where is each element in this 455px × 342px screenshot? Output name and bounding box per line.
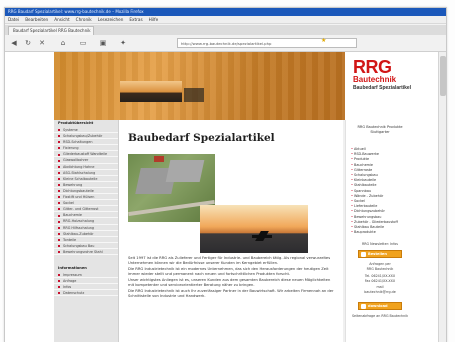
browser-window: RRG Baudarf Spezialartikel: www.rrg-baut… <box>4 7 447 342</box>
menu-lesezeichen[interactable]: Lesezeichen <box>98 16 124 23</box>
scrollbar-thumb[interactable] <box>440 56 446 96</box>
home-icon[interactable]: ⌂ <box>57 37 69 49</box>
bookmark-icon[interactable]: ▣ <box>97 37 109 49</box>
tab-label: Baudarf Spezialartikel RRG Bautechnik <box>13 28 91 33</box>
logo-line2: Baubedarf Spezialartikel <box>353 85 412 91</box>
sidebar-nav: Produktübersicht Systeme Schalungsbau/Zu… <box>54 120 119 342</box>
website: RRG Bautechnik Baubedarf Spezialartikel … <box>54 52 414 342</box>
address-bar[interactable]: http://www.rrg-bautechnik.de/spezialarti… <box>177 38 357 48</box>
paragraph: Die RRG Industrietechnik ist auch Ihr zu… <box>128 289 334 298</box>
newsletter-text: RRG Newsletter: Infos <box>361 242 399 246</box>
reload-icon[interactable]: ↻ <box>22 37 34 49</box>
sidebar-item-datenschutz[interactable]: Datenschutz <box>54 290 118 297</box>
back-icon[interactable]: ◀ <box>8 37 20 49</box>
stop-icon[interactable]: ✕ <box>36 37 48 49</box>
site-logo[interactable]: RRG Bautechnik Baubedarf Spezialartikel <box>345 52 414 120</box>
download-button[interactable]: download <box>358 302 402 310</box>
logo-line1: Bautechnik <box>353 75 397 84</box>
tab-active[interactable]: Baudarf Spezialartikel RRG Bautechnik <box>8 26 94 35</box>
menu-datei[interactable]: Datei <box>8 16 19 23</box>
contact-fax: Fax 06241/XX-XXX <box>364 278 396 283</box>
menu-hilfe[interactable]: Hilfe <box>149 16 159 23</box>
menu-bearbeiten[interactable]: Bearbeiten <box>25 16 48 23</box>
window-title: RRG Baudarf Spezialartikel: www.rrg-baut… <box>8 9 144 14</box>
menu-bar: Datei Bearbeiten Ansicht Chronik Lesezei… <box>5 16 446 24</box>
sidebar-heading-info: Informationen <box>58 265 87 270</box>
sidebar-item[interactable]: Bewehrungsrohre Stahl <box>54 249 118 255</box>
title-bar: RRG Baudarf Spezialartikel: www.rrg-baut… <box>5 8 446 16</box>
right-link[interactable]: Bauprodukte <box>351 230 409 235</box>
right-sidebar-heading: RRG Bautechnik Produkte Stuttgarter <box>357 125 403 134</box>
star-icon[interactable]: ★ <box>321 37 326 44</box>
vertical-scrollbar[interactable] <box>438 52 446 342</box>
right-link-list: Aktuell RSD-Bauwerke Produkte Bauchemie … <box>351 147 409 236</box>
print-icon[interactable]: ▭ <box>77 37 89 49</box>
photo-building <box>165 160 205 182</box>
photo-airplane <box>252 235 272 238</box>
banner-texture <box>54 52 345 120</box>
header-banner <box>54 52 345 120</box>
contact-line: RRG Bautechnik <box>366 266 394 271</box>
photo-roof <box>154 156 164 162</box>
right-sidebar: RRG Bautechnik Produkte Stuttgarter Aktu… <box>345 120 414 342</box>
navigation-toolbar: ◀ ↻ ✕ ⌂ ▭ ▣ ✦ http://www.rrg-bautechnik.… <box>5 35 446 52</box>
page-viewport: RRG Bautechnik Baubedarf Spezialartikel … <box>5 52 446 342</box>
page-title: Baubedarf Spezialartikel <box>128 132 275 144</box>
logo-mark: RRG <box>353 57 392 77</box>
settings-icon[interactable]: ✦ <box>117 37 129 49</box>
menu-ansicht[interactable]: Ansicht <box>54 16 69 23</box>
banner-photo-detail <box>184 88 204 102</box>
sidebar-heading: Produktübersicht <box>58 121 94 125</box>
right-footer-text: Seitenabfrage an RRG Bautechnik <box>351 314 409 318</box>
airplane-sunset-photo <box>200 205 308 253</box>
main-content: Baubedarf Spezialartikel Seit 1997 ist d… <box>119 120 343 342</box>
paragraph: Unser wichtigstes Anliegen ist es, unser… <box>128 278 331 287</box>
order-button[interactable]: Bestellen <box>358 250 402 258</box>
paragraph: Seit 1997 ist die RRG als Zulieferer und… <box>128 256 331 265</box>
menu-chronik[interactable]: Chronik <box>76 16 92 23</box>
menu-extras[interactable]: Extras <box>129 16 142 23</box>
contact-email[interactable]: bautechnik@rrg.de <box>350 290 410 294</box>
body-text: Seit 1997 ist die RRG als Zulieferer und… <box>128 256 336 300</box>
screenshot: RRG Baudarf Spezialartikel: www.rrg-baut… <box>0 0 455 342</box>
banner-photo <box>120 81 182 102</box>
paragraph: Die RRG Industrietechnik ist ein moderne… <box>128 267 329 276</box>
tab-bar: Baudarf Spezialartikel RRG Bautechnik <box>5 25 446 35</box>
